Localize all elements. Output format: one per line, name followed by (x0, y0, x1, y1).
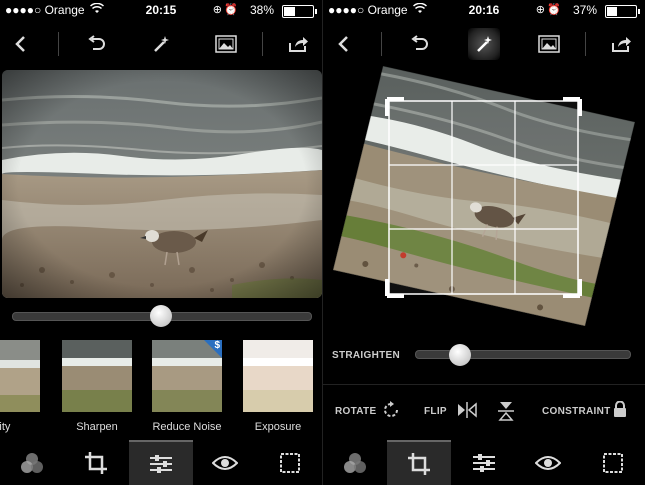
magic-wand-icon[interactable] (145, 28, 177, 60)
top-toolbar (323, 24, 645, 64)
effect-label-exposure: Exposure (254, 421, 302, 433)
chevron-left-icon[interactable] (327, 28, 359, 60)
bottom-tab-bar (323, 440, 645, 485)
effect-label-reduce-noise: Reduce Noise (152, 421, 222, 433)
rotation-lock-icon: ⊕ (535, 4, 545, 16)
effect-label-sharpen: Sharpen (76, 421, 118, 433)
crop-icon[interactable] (387, 440, 451, 485)
battery-icon (282, 5, 317, 18)
effect-thumb-reduce-noise[interactable]: $ (152, 340, 222, 412)
straighten-slider-track[interactable] (415, 350, 631, 359)
straighten-label: STRAIGHTEN (332, 350, 400, 361)
image-icon[interactable] (533, 28, 565, 60)
effect-label-clarity: arity (0, 421, 11, 433)
battery-percent: 38% (249, 3, 274, 17)
image-icon[interactable] (210, 28, 242, 60)
intensity-slider-thumb[interactable] (150, 305, 172, 327)
lock-icon[interactable] (613, 400, 627, 422)
flip-vertical-icon[interactable] (497, 400, 515, 427)
photo-preview[interactable] (2, 70, 322, 298)
rotate-label: ROTATE (335, 406, 377, 417)
alarm-icon: ⏰ (224, 4, 238, 16)
sliders-icon[interactable] (129, 440, 193, 485)
toolbar-separator (58, 32, 59, 56)
toolbar-separator (585, 32, 586, 56)
effect-thumb-sharpen[interactable] (62, 340, 132, 412)
straighten-slider-thumb[interactable] (448, 344, 471, 366)
color-circles-icon[interactable] (323, 440, 387, 485)
magic-wand-icon[interactable] (468, 28, 500, 60)
share-icon[interactable] (605, 28, 637, 60)
share-icon[interactable] (282, 28, 314, 60)
undo-icon[interactable] (80, 28, 112, 60)
crop-grid[interactable] (385, 97, 582, 298)
sliders-icon[interactable] (452, 440, 516, 485)
frame-icon[interactable] (581, 440, 645, 485)
battery-percent: 37% (572, 3, 597, 17)
undo-icon[interactable] (403, 28, 435, 60)
right-screen: ●●●●○ Orange 20:16 ⊕ ⏰ 37% STRAIGHTEN RO… (323, 0, 645, 485)
color-circles-icon[interactable] (0, 440, 64, 485)
flip-label: FLIP (424, 406, 447, 417)
battery-icon (605, 5, 640, 18)
toolbar-separator (381, 32, 382, 56)
flip-horizontal-icon[interactable] (456, 401, 478, 424)
rotate-icon[interactable] (381, 400, 401, 425)
alarm-icon: ⏰ (547, 4, 561, 16)
eye-icon[interactable] (516, 440, 580, 485)
options-divider (323, 384, 645, 385)
purchase-badge: $ (214, 340, 220, 351)
effect-thumb-exposure[interactable] (243, 340, 313, 412)
left-screen: ●●●●○ Orange 20:15 ⊕ ⏰ 38% $ ity Sharpen… (0, 0, 322, 485)
crop-icon[interactable] (64, 440, 128, 485)
bottom-tab-bar (0, 440, 322, 485)
constraint-label: CONSTRAINT (542, 406, 611, 417)
eye-icon[interactable] (193, 440, 257, 485)
top-toolbar (0, 24, 322, 64)
status-bar: ●●●●○ Orange 20:16 ⊕ ⏰ 37% (323, 0, 645, 20)
effect-thumb-clarity[interactable] (0, 340, 40, 412)
crop-canvas[interactable] (323, 64, 645, 334)
status-bar: ●●●●○ Orange 20:15 ⊕ ⏰ 38% (0, 0, 322, 20)
chevron-left-icon[interactable] (4, 28, 36, 60)
rotation-lock-icon: ⊕ (212, 4, 222, 16)
toolbar-separator (262, 32, 263, 56)
frame-icon[interactable] (258, 440, 322, 485)
beach-photo (2, 70, 322, 298)
